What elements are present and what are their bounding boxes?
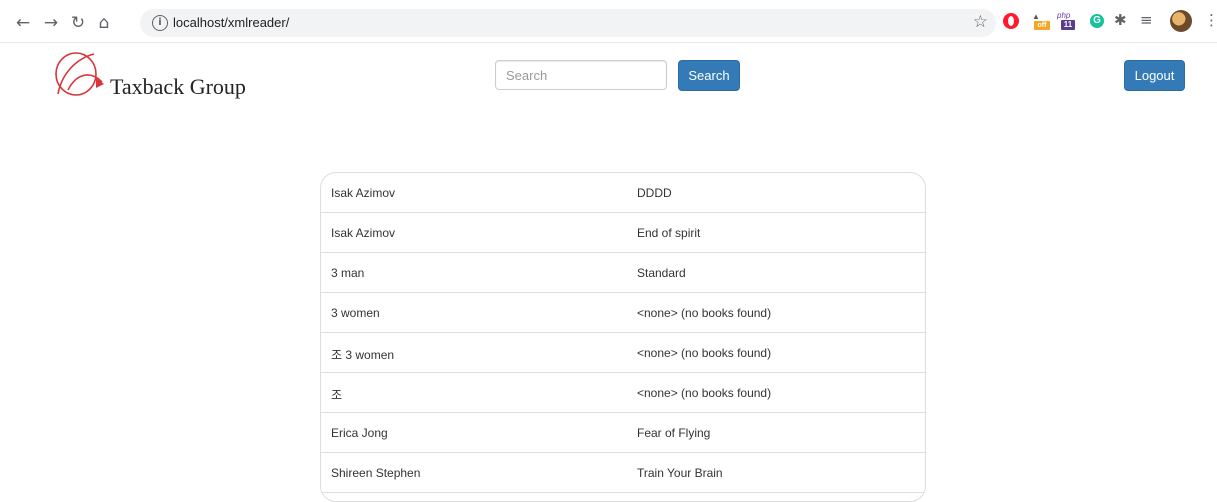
star-icon[interactable]: ☆: [973, 12, 988, 32]
menu-dots-icon[interactable]: ⋮: [1204, 11, 1217, 29]
title-cell: Train Your Brain: [637, 466, 723, 480]
table-row: 3 man Standard: [321, 253, 925, 293]
author-cell: 3 women: [331, 306, 380, 320]
title-cell: <none> (no books found): [637, 386, 772, 400]
browser-toolbar: ← → ↻ ⌂ i localhost/xmlreader/ ☆ ▲ off p…: [0, 0, 1217, 43]
author-cell: Shireen Stephen: [331, 466, 421, 480]
author-cell: 3 man: [331, 266, 365, 280]
author-cell: 조: [331, 388, 343, 402]
author-cell: Isak Azimov: [331, 186, 396, 200]
logo-swirl-icon: [55, 52, 104, 96]
table-row: Shireen Stephen Train Your Brain: [321, 453, 925, 493]
brand-name: Taxback Group: [110, 74, 246, 99]
table-row: 조 <none> (no books found): [321, 373, 925, 413]
reading-list-icon[interactable]: ≡: [1140, 11, 1153, 29]
title-cell: <none> (no books found): [637, 346, 772, 360]
home-icon[interactable]: ⌂: [93, 12, 115, 34]
address-bar[interactable]: i localhost/xmlreader/ ☆: [140, 9, 996, 37]
title-cell: Standard: [637, 266, 686, 280]
forward-arrow-icon[interactable]: →: [40, 12, 62, 34]
author-cell: Isak Azimov: [331, 226, 396, 240]
logout-button[interactable]: Logout: [1124, 60, 1185, 91]
table-row: Isak Azimov End of spirit: [321, 213, 925, 253]
table-row: 조 3 women <none> (no books found): [321, 333, 925, 373]
table-row: Isak Azimov DDDD: [321, 173, 925, 213]
title-cell: <none> (no books found): [637, 306, 772, 320]
table-row: Erica Jong Fear of Flying: [321, 413, 925, 453]
back-arrow-icon[interactable]: ←: [12, 12, 34, 34]
books-table: Isak Azimov DDDD Isak Azimov End of spir…: [320, 172, 926, 502]
title-cell: End of spirit: [637, 226, 701, 240]
opera-extension-icon[interactable]: [1003, 13, 1019, 29]
info-icon[interactable]: i: [152, 15, 168, 31]
search-button[interactable]: Search: [678, 60, 740, 91]
coupon-extension-icon[interactable]: ▲ off: [1031, 12, 1050, 30]
php-extension-icon[interactable]: php 11: [1057, 11, 1077, 30]
title-cell: Fear of Flying: [637, 426, 711, 440]
author-cell: 조 3 women: [331, 348, 395, 362]
table-row: 3 women <none> (no books found): [321, 293, 925, 333]
profile-avatar[interactable]: [1170, 10, 1192, 32]
taxback-logo[interactable]: Taxback Group: [52, 50, 272, 102]
grammarly-extension-icon[interactable]: G: [1090, 14, 1104, 28]
search-input[interactable]: [495, 60, 667, 90]
address-url[interactable]: localhost/xmlreader/: [173, 15, 289, 30]
author-cell: Erica Jong: [331, 426, 388, 440]
reload-icon[interactable]: ↻: [67, 12, 89, 34]
title-cell: DDDD: [637, 186, 672, 200]
extensions-puzzle-icon[interactable]: ✱: [1114, 11, 1127, 29]
